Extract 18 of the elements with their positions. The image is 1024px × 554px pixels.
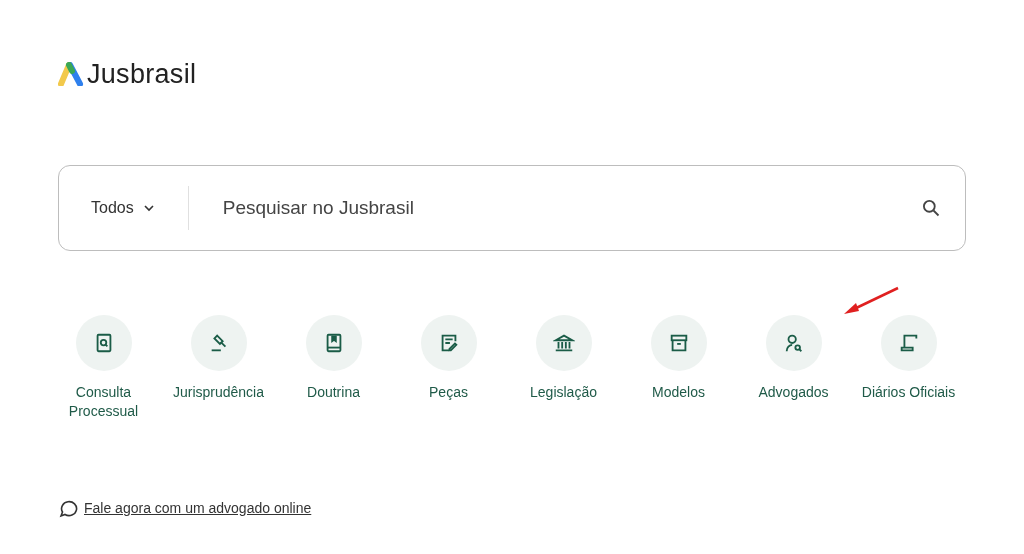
shortcut-button[interactable]: Consulta Processual bbox=[46, 315, 161, 421]
chat-bubble-icon bbox=[58, 498, 78, 518]
shortcut-button[interactable]: Modelos bbox=[621, 315, 736, 421]
shortcut-button[interactable]: Doutrina bbox=[276, 315, 391, 421]
bank-icon bbox=[552, 332, 575, 354]
shortcut-button[interactable]: Legislação bbox=[506, 315, 621, 421]
shortcut-button[interactable]: Diários Oficiais bbox=[851, 315, 966, 421]
shortcut-button[interactable]: Peças bbox=[391, 315, 506, 421]
annotation-arrow bbox=[842, 286, 900, 316]
shortcut-button[interactable]: Jurisprudência bbox=[161, 315, 276, 421]
chevron-down-icon bbox=[143, 204, 154, 212]
search-field[interactable]: Todos Pesquisar no Jusbrasil bbox=[58, 165, 966, 251]
shortcut-button[interactable]: Advogados bbox=[736, 315, 851, 421]
logo-icon bbox=[58, 62, 84, 86]
search-icon bbox=[921, 198, 941, 218]
category-dropdown[interactable]: Todos bbox=[91, 199, 154, 217]
chat-link[interactable]: Fale agora com um advogado online bbox=[84, 500, 312, 516]
logo-text: Jusbrasil bbox=[87, 58, 197, 90]
